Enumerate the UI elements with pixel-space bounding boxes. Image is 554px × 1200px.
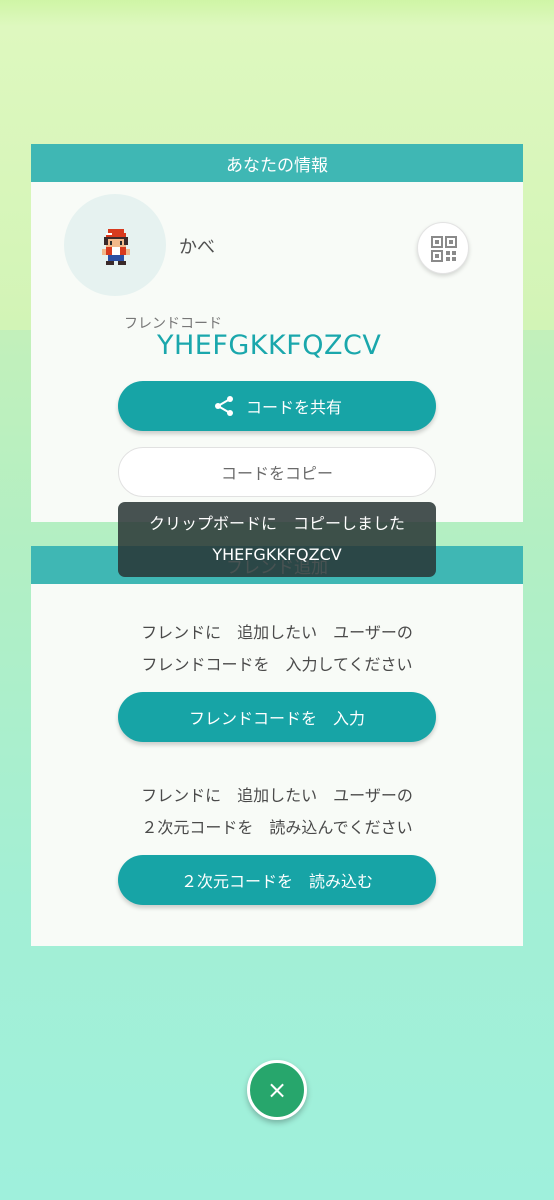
enter-friend-code-button[interactable]: フレンドコードを 入力 [118, 692, 436, 742]
close-icon: × [266, 1076, 288, 1104]
friend-code-value: YHEFGKKFQZCV [157, 330, 382, 361]
qr-instruction-line1: フレンドに 追加したい ユーザーの [141, 786, 413, 805]
trainer-sprite-icon [102, 229, 130, 265]
qr-code-icon [431, 236, 457, 262]
username: かべ [179, 237, 215, 258]
qr-instruction-line2: ２次元コードを 読み込んでください [141, 818, 413, 837]
share-code-button[interactable]: コードを共有 [118, 381, 436, 431]
copied-toast: クリップボードに コピーしました YHEFGKKFQZCV [118, 502, 436, 577]
code-instruction-line1: フレンドに 追加したい ユーザーの [141, 623, 413, 642]
copy-code-button[interactable]: コードをコピー [118, 447, 436, 497]
share-icon [214, 396, 233, 416]
info-panel-title: あなたの情報 [31, 144, 523, 182]
close-button[interactable]: × [247, 1060, 307, 1120]
enter-friend-code-label: フレンドコードを 入力 [188, 709, 365, 728]
add-friend-panel: フレンド追加 フレンドに 追加したい ユーザーの フレンドコードを 入力してくだ… [31, 546, 523, 946]
toast-message: クリップボードに コピーしました [148, 514, 405, 533]
copy-code-label: コードをコピー [220, 464, 333, 483]
toast-code: YHEFGKKFQZCV [212, 545, 342, 564]
scan-qr-label: ２次元コードを 読み込む [180, 872, 373, 891]
share-code-label: コードを共有 [245, 398, 342, 417]
code-instruction-line2: フレンドコードを 入力してください [141, 655, 413, 674]
avatar[interactable] [64, 194, 166, 296]
info-panel: あなたの情報 かべ フレンドコード YHEFGKKFQZCV コードを共有 コー… [31, 144, 523, 522]
scan-qr-button[interactable]: ２次元コードを 読み込む [118, 855, 436, 905]
qr-code-button[interactable] [417, 222, 469, 274]
